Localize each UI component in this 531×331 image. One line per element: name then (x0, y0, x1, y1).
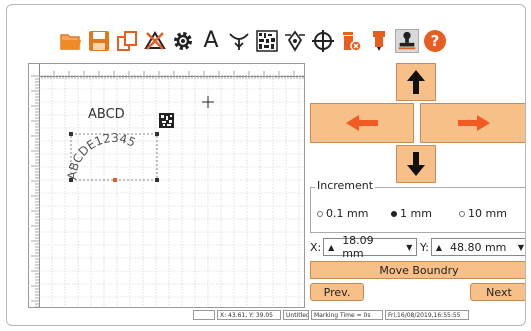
open-folder-icon[interactable] (59, 29, 83, 53)
marker-pen-icon[interactable] (367, 29, 391, 53)
save-icon[interactable] (87, 29, 111, 53)
x-value[interactable]: 18.09 mm (338, 234, 402, 260)
text-tool-icon[interactable]: A (199, 29, 223, 53)
up-arrow-icon (407, 70, 425, 94)
crosshair-target-icon[interactable] (311, 29, 335, 53)
stamp-icon[interactable] (395, 29, 419, 53)
text-object-abcd: ABCD (88, 107, 125, 122)
app-window: A ? ABCD ABCDE12345 Increment 0.1 mm 1 m… (6, 4, 526, 326)
arc-text-object: ABCDE12345 (65, 131, 138, 180)
move-boundary-button[interactable]: Move Boundry (310, 261, 525, 279)
increment-up-icon[interactable]: ▲ (432, 239, 446, 255)
settings-gear-icon[interactable] (171, 29, 195, 53)
datamatrix-icon[interactable] (255, 29, 279, 53)
next-button[interactable]: Next (470, 283, 525, 301)
increment-up-icon[interactable]: ▲ (324, 239, 338, 255)
increment-group: Increment 0.1 mm 1 mm 10 mm (310, 179, 525, 233)
radio-1mm[interactable]: 1 mm (391, 207, 432, 220)
datamatrix-object (159, 113, 174, 128)
status-bar: X: 43.61, Y: 39.05 Untitled Marking Time… (193, 310, 471, 322)
status-datetime: Fri,16/08/2019,16:55:55 (385, 310, 469, 320)
control-panel: Increment 0.1 mm 1 mm 10 mm X: ▲ 18.09 m… (310, 63, 525, 307)
delete-shape-icon[interactable] (143, 29, 167, 53)
status-indicator (193, 310, 215, 320)
selection-anchor (113, 178, 117, 182)
radio-0-1mm[interactable]: 0.1 mm (317, 207, 368, 220)
y-spinbox[interactable]: ▲ 48.80 mm ▼ (430, 238, 525, 256)
y-value[interactable]: 48.80 mm (446, 241, 510, 254)
trash-icon[interactable] (339, 29, 363, 53)
y-coordinate-row: Y: ▲ 48.80 mm ▼ (420, 237, 525, 257)
left-arrow-icon (346, 115, 378, 131)
toolbar: A ? (59, 23, 451, 59)
right-arrow-icon (458, 115, 490, 131)
radio-dot (317, 210, 323, 217)
move-right-button[interactable] (420, 103, 525, 143)
radio-10mm[interactable]: 10 mm (459, 207, 507, 220)
pen-tool-icon[interactable] (283, 29, 307, 53)
prev-button[interactable]: Prev. (310, 283, 364, 301)
selection-handle (155, 178, 159, 182)
selection-handle (155, 132, 159, 136)
x-spinbox[interactable]: ▲ 18.09 mm ▼ (323, 234, 418, 260)
decrement-down-icon[interactable]: ▼ (402, 239, 416, 255)
radio-dot (459, 210, 465, 217)
decrement-down-icon[interactable]: ▼ (514, 239, 525, 255)
status-marking-time: Marking Time = 0s (311, 310, 383, 320)
status-cursor-position: X: 43.61, Y: 39.05 (217, 310, 281, 320)
status-filename: Untitled (283, 310, 309, 320)
x-label: X: (310, 240, 322, 254)
design-canvas[interactable]: ABCD ABCDE12345 (28, 63, 305, 308)
help-icon[interactable]: ? (423, 29, 447, 53)
selection-handle (69, 132, 73, 136)
move-down-button[interactable] (396, 145, 436, 183)
canvas-objects: ABCD ABCDE12345 (65, 96, 214, 182)
x-coordinate-row: X: ▲ 18.09 mm ▼ (310, 234, 418, 260)
y-label: Y: (420, 240, 429, 254)
radio-dot-selected (391, 210, 397, 217)
down-arrow-icon (407, 152, 425, 176)
svg-text:?: ? (431, 32, 440, 50)
text-path-icon[interactable] (227, 29, 251, 53)
increment-title: Increment (315, 179, 376, 192)
crosshair-cursor-icon (202, 96, 214, 108)
move-up-button[interactable] (396, 63, 436, 101)
duplicate-icon[interactable] (115, 29, 139, 53)
move-left-button[interactable] (310, 103, 414, 143)
